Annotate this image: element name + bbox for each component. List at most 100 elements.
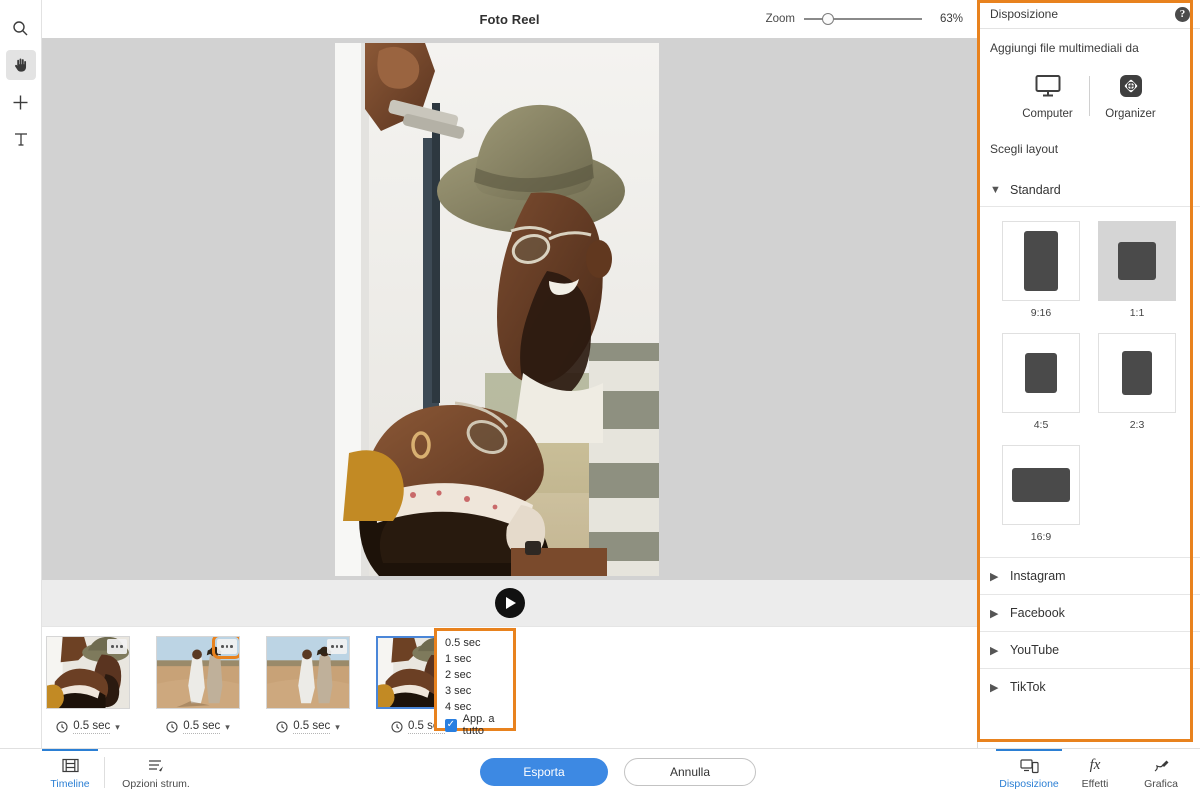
chevron-down-icon[interactable]: ▾ [335,722,340,733]
filmstrip-icon [61,757,79,774]
duration-option-1[interactable]: 1 sec [437,651,513,667]
dot-icon [120,645,123,648]
add-media-section: Aggiungi file multimediali da Computer O… [978,29,1200,156]
preview-frame [335,43,659,576]
bottom-bar: Timeline Opzioni strum. Esporta Annulla [0,748,1200,795]
layout-label: 1:1 [1129,307,1145,319]
source-organizer-label: Organizer [1105,108,1156,120]
section-instagram[interactable]: ▶ Instagram [978,557,1200,594]
zoom-slider[interactable] [804,13,922,25]
timeline-clip-3[interactable]: 0.5 sec ▾ [262,636,354,734]
clock-icon [276,721,288,733]
right-panel-title: Disposizione [990,7,1059,21]
clock-icon [166,721,178,733]
layout-devices-icon [1019,757,1039,774]
timeline-clip-1[interactable]: 0.5 sec ▾ [42,636,134,734]
add-media-label: Aggiungi file multimediali da [990,41,1139,55]
clock-icon [56,721,68,733]
tab-tool-options[interactable]: Opzioni strum. [111,749,201,795]
zoom-percent-value: 63% [939,13,963,25]
duration-option-0[interactable]: 0.5 sec [437,635,513,651]
layout-preview [1002,333,1080,413]
clip-thumbnail[interactable] [266,636,350,709]
export-button[interactable]: Esporta [480,758,608,786]
text-tool-button[interactable] [6,124,36,154]
dot-icon [335,645,339,648]
dot-icon [115,645,119,648]
tab-timeline[interactable]: Timeline [42,749,98,795]
bottom-left-tabs: Timeline Opzioni strum. [42,749,201,795]
section-tiktok[interactable]: ▶ TikTok [978,668,1200,705]
chevron-right-icon: ▶ [990,570,999,583]
layout-label: 2:3 [1129,419,1145,431]
layout-option-16-9[interactable]: 16:9 [1002,445,1080,543]
clip-duration-control[interactable]: 0.5 sec ▾ [152,720,244,734]
clip-duration-control[interactable]: 0.5 sec ▾ [42,720,134,734]
layout-preview [1098,221,1176,301]
duration-dropdown-menu[interactable]: 0.5 sec 1 sec 2 sec 3 sec 4 sec ✓ App. a… [434,628,516,737]
section-standard[interactable]: ▼ Standard [978,173,1200,207]
source-computer[interactable]: Computer [1013,71,1083,120]
question-mark-icon[interactable]: ? [1175,6,1190,22]
clip-menu-button[interactable] [107,639,127,654]
layout-option-9-16[interactable]: 9:16 [1002,221,1080,319]
media-sources-row: Computer Organizer [990,71,1188,120]
move-tool-button[interactable] [6,87,36,117]
tab-effetti[interactable]: fx Effetti [1062,749,1128,795]
clip-menu-button[interactable] [327,639,347,654]
duration-option-2[interactable]: 2 sec [437,667,513,683]
apply-to-all-checkbox[interactable]: ✓ [445,718,457,732]
monitor-icon [1013,71,1083,101]
source-organizer[interactable]: Organizer [1096,71,1166,120]
dot-icon [111,645,114,648]
layout-option-1-1[interactable]: 1:1 [1098,221,1176,319]
layout-preview [1002,221,1080,301]
chevron-right-icon: ▶ [990,681,999,694]
dot-icon [221,645,224,648]
zoom-control: Zoom 63% [766,0,963,38]
play-button[interactable] [494,588,525,618]
chevron-down-icon[interactable]: ▾ [225,722,230,733]
cancel-button[interactable]: Annulla [624,758,756,786]
source-computer-label: Computer [1022,108,1073,120]
right-panel-header: Disposizione ? [978,0,1200,29]
tab-tool-options-label: Opzioni strum. [122,778,190,790]
tab-disposizione-label: Disposizione [999,778,1059,790]
tab-grafica[interactable]: Grafica [1128,749,1194,795]
layout-preview [1098,333,1176,413]
hand-tool-button[interactable] [5,50,36,80]
apply-to-all-row[interactable]: ✓ App. a tutto [437,713,513,737]
layout-shape [1012,468,1070,502]
chevron-down-icon: ▼ [990,183,1001,196]
section-standard-label: Standard [1010,182,1061,197]
dot-icon [225,645,229,648]
section-tiktok-label: TikTok [1010,680,1046,694]
layout-preview [1002,445,1080,525]
graphics-pen-icon [1153,757,1170,774]
tab-grafica-label: Grafica [1144,778,1178,790]
clip-thumbnail[interactable] [46,636,130,709]
layout-option-2-3[interactable]: 2:3 [1098,333,1176,431]
duration-option-3[interactable]: 3 sec [437,683,513,699]
zoom-label: Zoom [765,13,795,25]
clip-thumbnail[interactable] [156,636,240,709]
chevron-down-icon[interactable]: ▾ [115,722,120,733]
layout-label: 9:16 [1030,307,1052,319]
zoom-slider-handle[interactable] [822,13,834,25]
bottom-right-tabs: Disposizione fx Effetti Grafica [996,749,1194,795]
preview-canvas[interactable] [42,38,977,580]
timeline-clip-2[interactable]: 0.5 sec ▾ [152,636,244,734]
fx-icon: fx [1089,757,1101,773]
layout-shape [1122,351,1152,395]
clip-duration-value: 0.5 sec [73,720,111,734]
clock-icon [391,721,403,733]
clip-duration-control[interactable]: 0.5 sec ▾ [262,720,354,734]
section-youtube[interactable]: ▶ YouTube [978,631,1200,668]
top-bar: Foto Reel Zoom 63% [42,0,977,38]
section-facebook[interactable]: ▶ Facebook [978,594,1200,631]
tab-disposizione[interactable]: Disposizione [996,749,1062,795]
clip-menu-button[interactable] [212,637,239,659]
zoom-tool-button[interactable] [6,13,36,43]
layout-option-4-5[interactable]: 4:5 [1002,333,1080,431]
bottom-action-buttons: Esporta Annulla [480,758,756,786]
